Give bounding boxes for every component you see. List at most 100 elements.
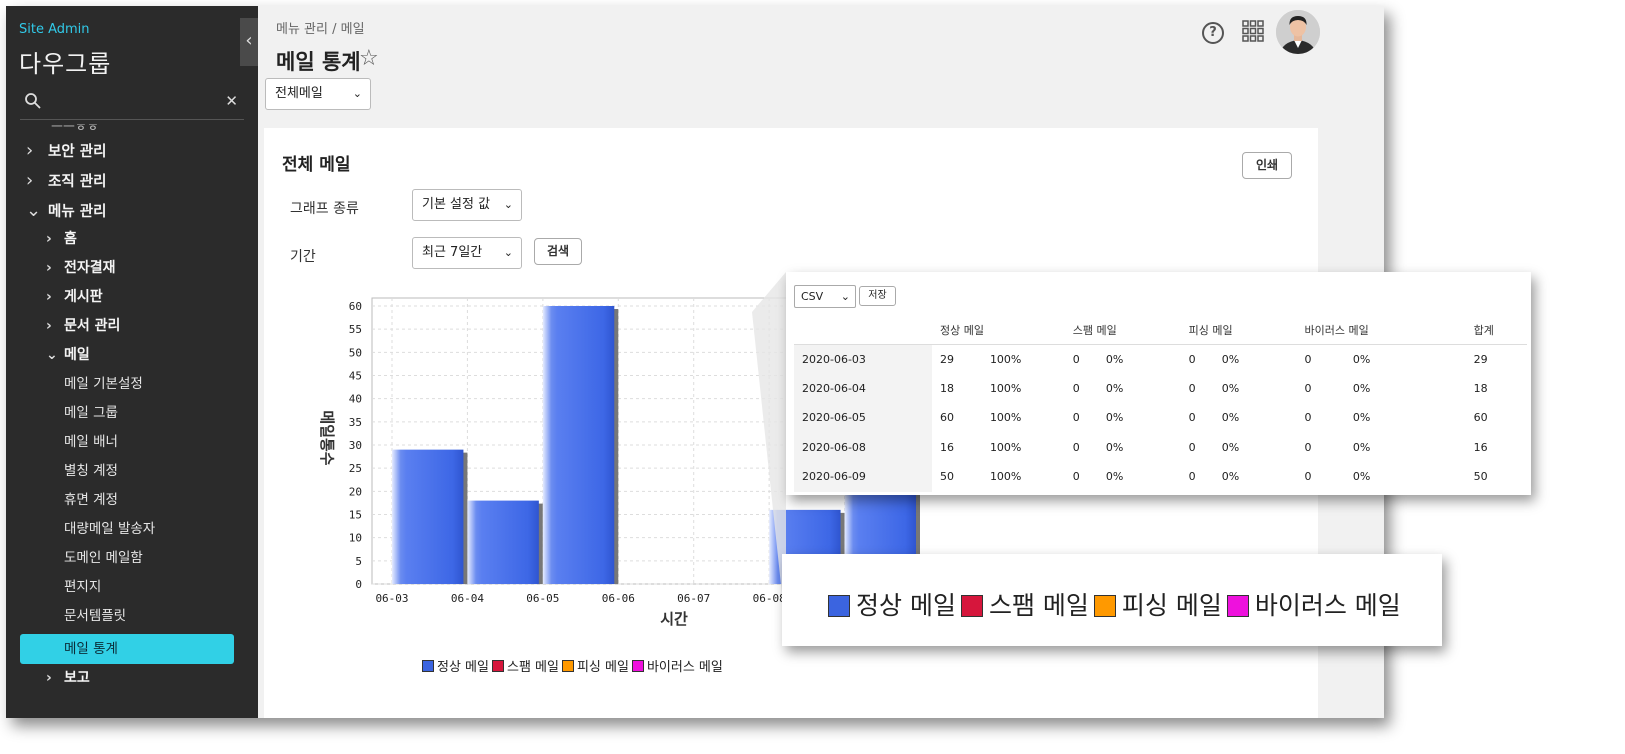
sidebar-item-mail-settings[interactable]: 메일 기본설정: [64, 371, 143, 397]
date-cell: 2020-06-05: [794, 403, 932, 433]
table-cell: 29: [1473, 352, 1488, 366]
table-cell: 0%: [1221, 470, 1240, 484]
table-cell: 0: [1188, 470, 1196, 484]
table-cell: 0%: [1352, 381, 1371, 395]
legend-label: 피싱 메일: [1121, 591, 1222, 620]
table-cell: 0%: [1105, 352, 1124, 366]
chevron-down-icon: ⌄: [840, 290, 850, 303]
sidebar-item-bulk-sender[interactable]: 대량메일 발송자: [64, 516, 155, 542]
mail-filter-select[interactable]: 전체메일 ⌄: [265, 78, 371, 110]
date-cell: 2020-06-09: [794, 462, 932, 492]
sidebar-item-mail-stats[interactable]: 메일 통계: [20, 634, 234, 664]
stats-table-callout: CSV ⌄ 저장 정상 메일 스팸 메일 피싱 메일 바이러스 메일 합계 20…: [786, 272, 1531, 495]
sidebar-item-domain-mailbox[interactable]: 도메인 메일함: [64, 545, 143, 571]
sidebar-item-cut: ㅡㅡㅎㅎ: [51, 124, 99, 135]
legend-label: 바이러스 메일: [646, 660, 723, 675]
bar[interactable]: [467, 500, 539, 584]
table-cell: 0%: [1105, 470, 1124, 484]
sidebar-item-stationery[interactable]: 편지지: [64, 574, 101, 600]
company-name[interactable]: 다우그룹: [19, 44, 111, 79]
sidebar-item-mail-group[interactable]: 메일 그룹: [64, 400, 118, 426]
sidebar-item-alias-account[interactable]: 별칭 계정: [64, 458, 118, 484]
help-icon[interactable]: ?: [1202, 22, 1224, 44]
table-cell: 0%: [1352, 352, 1371, 366]
sidebar-item-label: 조직 관리: [48, 174, 107, 190]
sidebar-item-label: 보안 관리: [48, 144, 107, 160]
y-tick-label: 10: [349, 532, 362, 545]
sidebar-item-home[interactable]: › 홈: [46, 226, 77, 252]
legend-swatch: [422, 660, 434, 672]
breadcrumb: 메뉴 관리 / 메일: [276, 22, 365, 37]
legend-item[interactable]: 바이러스 메일: [631, 656, 723, 675]
legend-item[interactable]: 스팸 메일: [491, 656, 559, 675]
table-row: 2020-06-05 60 100% 0 0% 0 0% 0 0% 60: [794, 403, 1527, 433]
site-admin-label[interactable]: Site Admin: [19, 22, 90, 37]
chevron-right-icon: ›: [46, 289, 52, 305]
export-format-value: CSV: [801, 290, 824, 303]
table-cell: 0%: [1352, 470, 1371, 484]
chevron-right-icon: ›: [46, 670, 52, 686]
save-button[interactable]: 저장: [859, 286, 896, 306]
legend-item[interactable]: 바이러스 메일: [1226, 586, 1401, 622]
export-format-select[interactable]: CSV ⌄: [794, 285, 856, 308]
x-tick-label: 06-04: [451, 592, 484, 605]
sidebar-item-doc-template[interactable]: 문서템플릿: [64, 603, 126, 629]
bar[interactable]: [392, 449, 464, 584]
chevron-down-icon: ⌄: [26, 200, 42, 221]
sidebar-item-report[interactable]: › 보고: [46, 665, 90, 691]
bar[interactable]: [542, 306, 615, 584]
sidebar-item-menu-management[interactable]: ⌄ 메뉴 관리: [26, 198, 106, 224]
star-icon[interactable]: ☆: [359, 46, 379, 71]
x-tick-label: 06-03: [375, 592, 408, 605]
apps-grid-icon[interactable]: [1242, 20, 1264, 42]
table-cell: 0: [1072, 470, 1080, 484]
table-cell: 0%: [1221, 440, 1240, 454]
table-row: 2020-06-08 16 100% 0 0% 0 0% 0 0% 16: [794, 432, 1527, 462]
legend-item[interactable]: 피싱 메일: [1093, 586, 1222, 622]
x-tick-label: 06-06: [602, 592, 635, 605]
sidebar-item-mail-banner[interactable]: 메일 배너: [64, 429, 118, 455]
chevron-right-icon: ›: [26, 140, 34, 161]
clear-search-icon[interactable]: ✕: [225, 92, 238, 110]
sidebar-item-organization[interactable]: › 조직 관리: [26, 168, 106, 194]
legend-swatch: [1226, 595, 1249, 617]
avatar[interactable]: [1276, 10, 1320, 54]
sidebar-item-security[interactable]: › 보안 관리: [26, 138, 106, 164]
sidebar-collapse-button[interactable]: ‹: [240, 18, 258, 66]
sidebar-item-label: 메일: [64, 347, 90, 363]
chevron-right-icon: ›: [46, 318, 52, 334]
date-column-header: [794, 316, 932, 345]
legend-item[interactable]: 정상 메일: [422, 656, 489, 675]
table-cell: 0: [1188, 352, 1196, 366]
legend-swatch: [631, 660, 644, 672]
legend-swatch: [828, 595, 850, 617]
table-body: 2020-06-03 29 100% 0 0% 0 0% 0 0% 29 2020-06-04 18 1…: [794, 344, 1527, 492]
y-tick-label: 0: [355, 578, 362, 591]
legend-callout: 정상 메일 스팸 메일 피싱 메일 바이러스 메일: [782, 554, 1442, 646]
x-axis-label: 시간: [660, 610, 688, 628]
legend-label: 정상 메일: [437, 660, 489, 675]
y-axis-label: 메일통수: [318, 410, 336, 465]
sidebar-item-label: 홈: [64, 231, 77, 247]
legend-item[interactable]: 스팸 메일: [960, 586, 1089, 622]
sidebar-item-documents[interactable]: › 문서 관리: [46, 313, 120, 339]
sidebar-search[interactable]: ✕: [20, 88, 244, 120]
table-cell: 0: [1304, 411, 1312, 425]
sidebar-item-dormant-account[interactable]: 휴면 계정: [64, 487, 118, 513]
sidebar-item-approval[interactable]: › 전자결재: [46, 255, 116, 281]
y-tick-label: 25: [349, 462, 362, 475]
table-cell: 0%: [1352, 440, 1371, 454]
legend-item[interactable]: 정상 메일: [828, 586, 956, 622]
user-photo: [1276, 10, 1320, 54]
sidebar-item-label: 전자결재: [64, 260, 116, 276]
legend-label: 정상 메일: [856, 591, 956, 620]
table-row: 2020-06-03 29 100% 0 0% 0 0% 0 0% 29: [794, 344, 1527, 374]
sidebar-menu: ㅡㅡㅎㅎ › 보안 관리 › 조직 관리 ⌄ 메뉴 관리 › 홈 › 전자결재 › 게시판 …: [6, 124, 258, 718]
table-cell: 0%: [1105, 411, 1124, 425]
chevron-down-icon: ⌄: [352, 87, 362, 100]
sidebar-item-board[interactable]: › 게시판: [46, 284, 103, 310]
table-cell: 100%: [989, 470, 1022, 484]
sidebar-item-mail[interactable]: ⌄ 메일: [46, 342, 90, 368]
legend-item[interactable]: 피싱 메일: [561, 656, 629, 675]
page-title: 메일 통계: [276, 50, 361, 74]
